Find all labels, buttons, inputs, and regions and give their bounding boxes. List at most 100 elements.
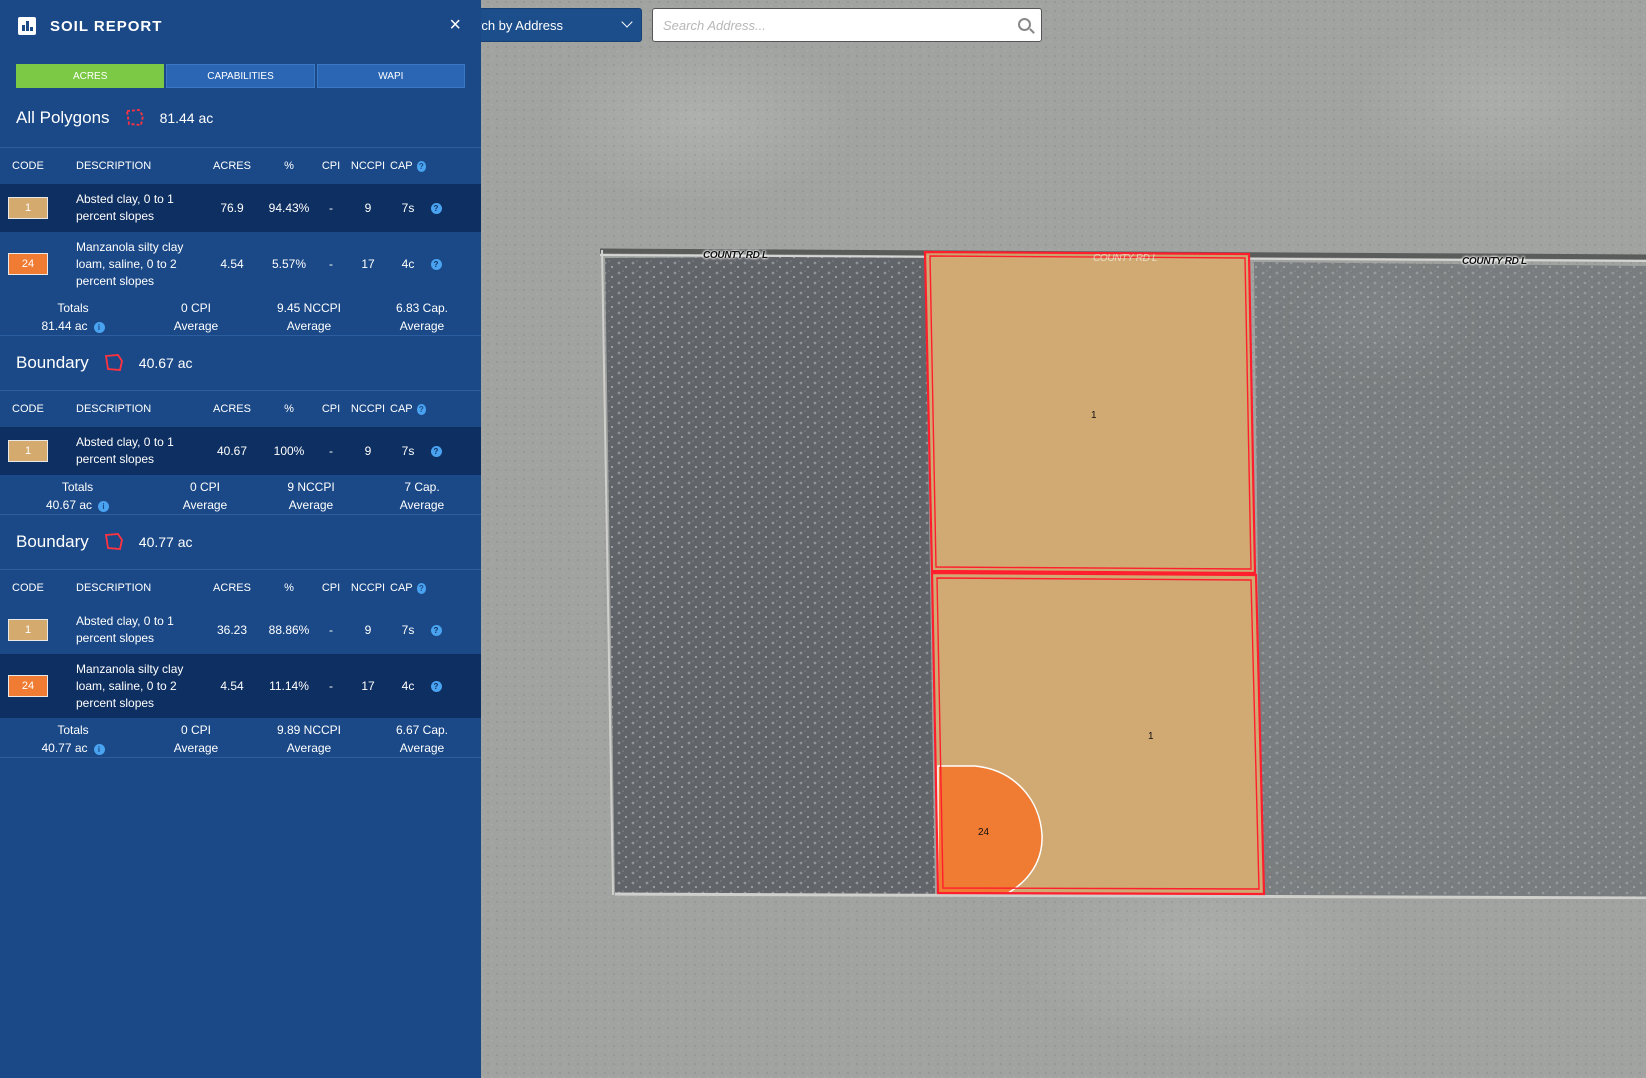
soil-cap: 4c xyxy=(401,679,415,693)
help-icon[interactable]: ? xyxy=(416,160,426,172)
search-mode-select[interactable]: rch by Address xyxy=(470,8,642,42)
search-icon[interactable] xyxy=(1018,18,1031,31)
col-acres: ACRES xyxy=(213,160,251,172)
totals-acres: 40.77 ac xyxy=(41,741,88,755)
group-header: Boundary 40.67 ac xyxy=(0,336,481,391)
soil-description: Manzanola silty clay loam, saline, 0 to … xyxy=(76,239,184,288)
group-acres: 81.44 ac xyxy=(159,109,214,126)
col-cpi: CPI xyxy=(321,160,341,172)
soil-cap: 4c xyxy=(401,257,415,271)
totals-average: Average xyxy=(286,319,332,333)
field-west xyxy=(605,256,935,895)
soil-cpi: - xyxy=(329,623,333,637)
totals-cap: 6.83 Cap. xyxy=(395,301,449,315)
soil-percent: 100% xyxy=(273,444,305,458)
soil-report-panel: SOIL REPORT × ACRES CAPABILITIES WAPI Al… xyxy=(0,0,481,1078)
bar-chart-icon xyxy=(18,17,36,35)
table-row[interactable]: 1 Absted clay, 0 to 1 percent slopes 76.… xyxy=(0,184,481,232)
soil-percent: 11.14% xyxy=(269,679,309,693)
tab-acres[interactable]: ACRES xyxy=(16,64,165,88)
help-icon[interactable]: ? xyxy=(416,403,426,415)
soil-acres: 40.67 xyxy=(216,444,248,458)
parcel-label: 1 xyxy=(1091,410,1097,421)
help-icon[interactable]: ? xyxy=(430,445,442,457)
road-label: COUNTY RD L xyxy=(1093,253,1158,264)
totals-cpi: 0 CPI xyxy=(180,301,211,315)
soil-percent: 5.57% xyxy=(271,257,307,271)
tab-capabilities[interactable]: CAPABILITIES xyxy=(166,64,315,88)
close-icon[interactable]: × xyxy=(449,15,461,35)
help-icon[interactable]: ? xyxy=(430,258,442,270)
soil-description: Manzanola silty clay loam, saline, 0 to … xyxy=(76,661,184,710)
parcel-north-soil-1[interactable] xyxy=(925,252,1255,573)
info-icon[interactable]: i xyxy=(98,501,110,512)
totals-average: Average xyxy=(173,741,219,755)
table-row[interactable]: 24 Manzanola silty clay loam, saline, 0 … xyxy=(0,654,481,718)
col-cpi: CPI xyxy=(321,582,341,594)
help-icon[interactable]: ? xyxy=(430,680,442,692)
col-code: CODE xyxy=(12,582,44,594)
help-icon[interactable]: ? xyxy=(430,624,442,636)
soil-code-chip: 1 xyxy=(8,440,48,462)
group-name: All Polygons xyxy=(16,107,110,127)
totals-nccpi: 9.89 NCCPI xyxy=(276,723,342,737)
totals-label: Totals xyxy=(61,480,94,494)
info-icon[interactable]: i xyxy=(93,322,105,333)
polygon-dashed-icon[interactable] xyxy=(124,108,146,128)
totals-average: Average xyxy=(399,741,445,755)
panel-header: SOIL REPORT × xyxy=(0,0,481,52)
soil-group-all-polygons: All Polygons 81.44 ac CODE DESCRIPTION A… xyxy=(0,88,481,336)
search-input[interactable] xyxy=(653,9,993,41)
col-code: CODE xyxy=(12,403,44,415)
soil-acres: 36.23 xyxy=(216,623,248,637)
help-icon[interactable]: ? xyxy=(430,202,442,214)
soil-cpi: - xyxy=(329,257,333,271)
soil-description: Absted clay, 0 to 1 percent slopes xyxy=(76,614,174,645)
totals-average: Average xyxy=(286,741,332,755)
totals-nccpi: 9.45 NCCPI xyxy=(276,301,342,315)
soil-acres: 4.54 xyxy=(220,257,244,271)
col-percent: % xyxy=(284,160,294,172)
totals-average: Average xyxy=(182,498,228,512)
table-row[interactable]: 24 Manzanola silty clay loam, saline, 0 … xyxy=(0,232,481,296)
col-nccpi: NCCPI xyxy=(350,582,386,594)
soil-cap: 7s xyxy=(401,201,415,215)
soil-percent: 88.86% xyxy=(268,623,310,637)
help-icon[interactable]: ? xyxy=(416,582,426,594)
totals-average: Average xyxy=(173,319,219,333)
group-header: Boundary 40.77 ac xyxy=(0,515,481,570)
soil-cap: 7s xyxy=(401,444,415,458)
totals-average: Average xyxy=(288,498,334,512)
soil-acres: 76.9 xyxy=(220,201,244,215)
table-row[interactable]: 1 Absted clay, 0 to 1 percent slopes 40.… xyxy=(0,427,481,475)
parcel-label: 1 xyxy=(1148,731,1154,742)
col-cap: CAP? xyxy=(390,403,426,415)
col-cap-label: CAP xyxy=(390,403,413,415)
table-header: CODE DESCRIPTION ACRES % CPI NCCPI CAP? xyxy=(0,148,481,184)
soil-cpi: - xyxy=(329,679,333,693)
soil-cap: 7s xyxy=(401,623,415,637)
table-header: CODE DESCRIPTION ACRES % CPI NCCPI CAP? xyxy=(0,570,481,606)
group-acres: 40.77 ac xyxy=(138,534,193,550)
col-acres: ACRES xyxy=(213,582,251,594)
table-row[interactable]: 1 Absted clay, 0 to 1 percent slopes 36.… xyxy=(0,606,481,654)
totals-cpi: 0 CPI xyxy=(180,723,211,737)
soil-group-boundary: Boundary 40.77 ac CODE DESCRIPTION ACRES… xyxy=(0,515,481,758)
info-icon[interactable]: i xyxy=(93,744,105,755)
soil-code-chip: 1 xyxy=(8,619,48,641)
soil-nccpi: 17 xyxy=(361,679,375,693)
soil-nccpi: 9 xyxy=(364,623,372,637)
totals-nccpi: 9 NCCPI xyxy=(287,480,335,494)
totals-row: Totals 40.77 ac i 0 CPI Average 9.89 NCCPI A… xyxy=(0,718,481,758)
totals-label: Totals xyxy=(57,301,89,315)
polygon-icon[interactable] xyxy=(103,532,125,552)
search-box[interactable] xyxy=(652,8,1042,42)
totals-row: Totals 40.67 ac i 0 CPI Average 9 NCCPI Aver… xyxy=(0,475,481,515)
tab-wapi[interactable]: WAPI xyxy=(316,64,465,88)
totals-acres: 40.67 ac xyxy=(45,498,93,512)
soil-percent: 94.43% xyxy=(268,201,310,215)
soil-cpi: - xyxy=(329,444,333,458)
col-cap: CAP? xyxy=(390,160,426,172)
polygon-icon[interactable] xyxy=(103,353,125,373)
col-percent: % xyxy=(284,582,294,594)
